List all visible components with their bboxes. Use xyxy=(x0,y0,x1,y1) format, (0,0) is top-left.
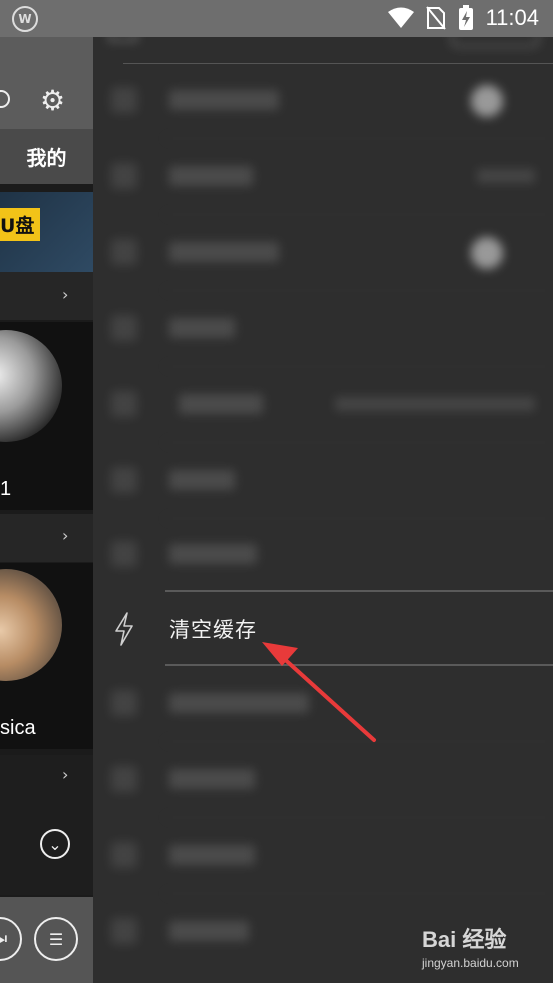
page-header: ⚙ xyxy=(0,37,93,129)
toggle-icon xyxy=(471,85,503,117)
chevron-right-icon: › xyxy=(62,285,69,304)
watermark-url: jingyan.baidu.com xyxy=(422,956,519,970)
menu-icon[interactable] xyxy=(109,37,137,41)
menu-item-icon xyxy=(111,163,137,189)
header-button[interactable] xyxy=(451,37,539,47)
menu-item-value xyxy=(335,397,535,411)
menu-item-icon xyxy=(111,87,137,113)
battery-charging-icon xyxy=(458,5,473,30)
menu-item-label xyxy=(169,242,279,262)
menu-item-label xyxy=(169,845,255,865)
status-icons: 11:04 xyxy=(387,5,539,31)
menu-item-icon xyxy=(111,239,137,265)
chevron-right-icon: › xyxy=(62,765,69,784)
search-icon[interactable] xyxy=(0,90,10,108)
avatar xyxy=(0,330,62,442)
chevron-down-circle-icon[interactable]: ⌄ xyxy=(40,829,70,859)
menu-item-icon xyxy=(111,918,137,944)
menu-item-label xyxy=(169,166,253,186)
list-item[interactable]: › xyxy=(0,272,93,320)
profile-name: 1 xyxy=(0,478,12,500)
menu-item-label xyxy=(169,769,255,789)
menu-item[interactable] xyxy=(93,291,553,367)
menu-item[interactable] xyxy=(93,742,553,818)
profile-card[interactable]: 1 xyxy=(0,322,93,510)
menu-item-label xyxy=(179,394,263,414)
clock: 11:04 xyxy=(485,5,539,30)
menu-item-label xyxy=(169,318,235,338)
divider xyxy=(165,590,553,592)
menu-item-icon xyxy=(111,391,137,417)
promo-banner[interactable]: U盘 xyxy=(0,192,93,272)
wifi-icon xyxy=(387,7,414,28)
toggle-icon xyxy=(471,237,503,269)
menu-item-label xyxy=(169,544,257,564)
chevron-right-icon: › xyxy=(62,526,69,545)
menu-item[interactable] xyxy=(93,443,553,519)
player-bar: ⏭ ☰ xyxy=(0,897,93,983)
list-icon[interactable]: ☰ xyxy=(34,917,78,961)
menu-item-label xyxy=(169,470,235,490)
menu-item-icon xyxy=(111,766,137,792)
avatar xyxy=(0,569,62,681)
profile-name: sica xyxy=(0,717,36,739)
watermark-logo: Bai 经验 xyxy=(422,927,507,952)
watermark: Bai 经验 jingyan.baidu.com xyxy=(422,922,542,974)
menu-item-label xyxy=(169,921,249,941)
lightning-icon xyxy=(115,612,133,646)
menu-item-label xyxy=(169,693,309,713)
skip-icon[interactable]: ⏭ xyxy=(0,917,22,961)
menu-item-value xyxy=(477,169,535,183)
menu-item[interactable] xyxy=(93,215,553,291)
menu-item[interactable] xyxy=(93,818,553,894)
menu-item-icon xyxy=(111,467,137,493)
menu-item[interactable] xyxy=(93,517,553,593)
app-logo-icon: W xyxy=(12,6,38,32)
menu-item[interactable] xyxy=(93,139,553,215)
underlying-page: ⚙ 我的 U盘 › 1 › sica › ⌄ ⏭ ☰ xyxy=(0,37,93,983)
menu-item[interactable] xyxy=(93,367,553,443)
list-item[interactable]: › xyxy=(0,514,93,562)
status-bar: W 11:04 xyxy=(0,0,553,37)
menu-item[interactable] xyxy=(93,63,553,139)
banner-text: U盘 xyxy=(0,208,41,241)
menu-item-icon xyxy=(111,690,137,716)
menu-item-label xyxy=(169,90,279,110)
gear-icon[interactable]: ⚙ xyxy=(40,87,65,115)
clear-cache-label: 清空缓存 xyxy=(169,618,257,642)
list-item[interactable]: › ⌄ xyxy=(0,755,93,895)
settings-drawer: 清空缓存 xyxy=(93,37,553,983)
menu-item-icon xyxy=(111,315,137,341)
drawer-header xyxy=(93,37,553,65)
profile-card[interactable]: sica xyxy=(0,563,93,749)
tab-mine[interactable]: 我的 xyxy=(0,129,93,184)
menu-item-icon xyxy=(111,541,137,567)
clear-cache-item[interactable]: 清空缓存 xyxy=(93,590,553,666)
no-sim-icon xyxy=(425,6,446,30)
menu-item-icon xyxy=(111,842,137,868)
menu-item[interactable] xyxy=(93,666,553,742)
